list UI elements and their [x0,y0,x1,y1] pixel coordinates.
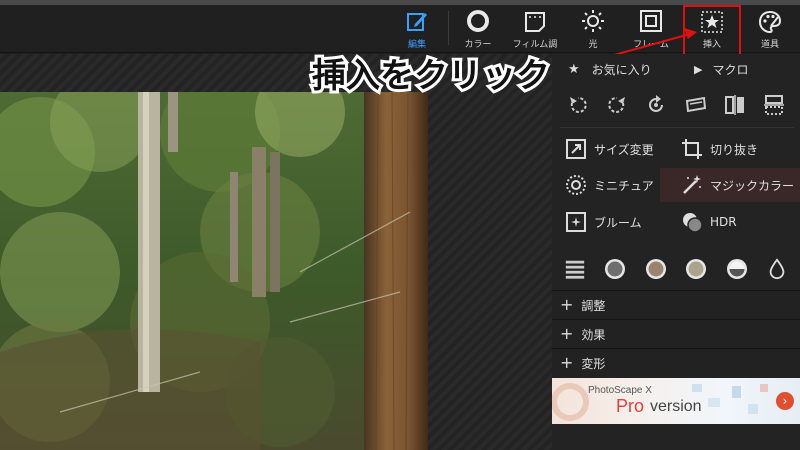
crop-button[interactable]: 切り抜き [680,132,790,166]
banner-app-name: PhotoScape X [588,385,652,396]
pro-version-banner[interactable]: PhotoScape X Pro version › [552,378,800,424]
resize-label: サイズ変更 [594,142,654,157]
bloom-button[interactable]: ブルーム [564,205,674,239]
tool-edit-label: 編集 [407,40,426,50]
section-effects[interactable]: + 効果 [552,319,800,348]
tool-light-label: 光 [588,40,598,50]
forest-photo [0,92,428,450]
droplet-icon[interactable] [766,258,788,280]
flip-horizontal-icon[interactable] [723,93,747,117]
section-effects-label: 効果 [581,327,606,342]
filter-warm-icon[interactable] [684,257,708,281]
toolbar-separator [448,11,449,45]
plus-icon: + [560,324,574,343]
hdr-icon [683,213,703,233]
section-transform-label: 変形 [581,356,606,371]
tool-film[interactable]: フィルム調 [510,5,560,53]
tool-frame[interactable]: フレーム [628,5,674,53]
transform-icons-row [552,84,800,126]
resize-icon [566,139,586,159]
bloom-icon [566,212,586,232]
miniature-button[interactable]: ミニチュア [564,168,674,202]
edit-side-panel: ★ お気に入り ▶ マクロ サイズ変更 切り抜き ミニチュア マジックカラー ブ… [552,54,800,450]
crop-label: 切り抜き [710,142,759,157]
tool-color[interactable]: カラー [456,5,500,53]
section-adjust[interactable]: + 調整 [552,290,800,319]
plus-icon: + [560,353,574,372]
banner-pro: Pro [616,396,645,416]
tool-light[interactable]: 光 [576,5,610,53]
tool-tools[interactable]: 道具 [752,5,788,53]
section-transform[interactable]: + 変形 [552,348,800,377]
rotate-icon[interactable] [644,93,668,117]
list-icon[interactable] [564,258,586,280]
star-icon: ★ [568,61,580,77]
resize-button[interactable]: サイズ変更 [564,132,674,166]
magic-color-button[interactable]: マジックカラー [660,168,800,202]
rotate-left-icon[interactable] [566,93,590,117]
plus-icon: + [560,295,574,314]
miniature-label: ミニチュア [594,178,654,193]
annotation-text: 挿入をクリック [309,53,553,99]
hdr-label: HDR [710,215,737,229]
main-toolbar: 編集 カラー フィルム調 光 フレーム 挿入 道具 [0,5,800,53]
crop-icon [682,139,702,159]
sun-icon [582,10,604,32]
favorites-button[interactable]: ★ お気に入り [568,61,652,78]
favorites-row: ★ お気に入り ▶ マクロ [552,54,800,84]
straighten-icon[interactable] [684,93,708,117]
tool-frame-label: フレーム [633,40,669,50]
forest-photo-image [0,92,428,450]
section-adjust-label: 調整 [581,298,606,313]
color-circle-icon [467,10,489,32]
macro-label: マクロ [712,62,749,77]
magic-color-label: マジックカラー [710,178,795,193]
quick-filter-row [552,252,800,286]
bloom-label: ブルーム [594,215,642,230]
tool-film-label: フィルム調 [512,40,558,50]
filter-sepia-icon[interactable] [644,257,668,281]
magic-wand-icon [683,175,701,194]
palette-icon [758,10,782,34]
miniature-icon [566,175,586,195]
banner-next-icon[interactable]: › [776,392,794,410]
panel-divider [560,127,794,128]
film-icon [525,12,545,32]
frame-icon [640,10,662,32]
play-icon: ▶ [694,62,703,76]
flip-vertical-icon[interactable] [762,93,786,117]
edit-icon [407,13,427,31]
tool-tools-label: 道具 [760,40,779,50]
macro-button[interactable]: ▶ マクロ [694,61,748,78]
filter-half-icon[interactable] [725,257,749,281]
tool-color-label: カラー [464,40,492,50]
hdr-button[interactable]: HDR [680,205,790,239]
tool-edit[interactable]: 編集 [398,5,436,53]
rotate-right-icon[interactable] [605,93,629,117]
favorites-label: お気に入り [591,62,652,77]
insert-highlight-box [683,5,741,57]
filter-gray-icon[interactable] [603,257,627,281]
banner-version: version [650,398,702,415]
